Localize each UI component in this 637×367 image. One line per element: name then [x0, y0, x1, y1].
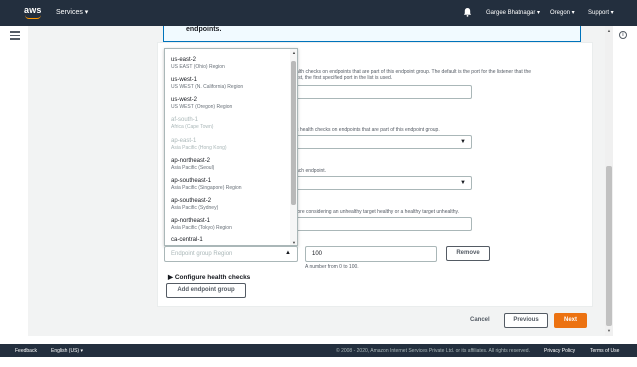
region-option-name: ap-southeast-1 [171, 178, 212, 184]
previous-button[interactable]: Previous [504, 313, 548, 328]
configure-health-checks-toggle[interactable]: ▶ Configure health checks [168, 273, 250, 281]
dropdown-scrollbar[interactable]: ▲ ▼ [290, 49, 297, 245]
region-option-desc: US EAST (Ohio) Region [171, 64, 225, 70]
region-option-desc: Asia Pacific (Hong Kong) [171, 145, 227, 151]
info-alert-text: endpoints. [186, 26, 222, 33]
cancel-button[interactable]: Cancel [470, 317, 490, 323]
region-option-name: ap-northeast-2 [171, 158, 211, 164]
endpoint-group-region-select[interactable]: Endpoint group Region ▲ [164, 246, 298, 262]
caret-up-icon: ▲ [285, 250, 291, 256]
region-option-name: ap-northeast-1 [171, 218, 211, 224]
feedback-link[interactable]: Feedback [15, 348, 37, 354]
region-option[interactable]: ca-central-1 [171, 236, 289, 244]
region-option[interactable]: us-west-2 US WEST (Oregon) Region [171, 96, 289, 110]
region-dropdown-list[interactable]: us-east-2 US EAST (Ohio) Region us-west-… [164, 48, 298, 246]
region-option-desc: US WEST (Oregon) Region [171, 104, 233, 110]
info-icon[interactable]: i [619, 31, 627, 39]
region-option-disabled: af-south-1 Africa (Cape Town) [171, 116, 289, 130]
aws-logo-text: aws [24, 5, 42, 15]
region-option-name: us-east-2 [171, 57, 197, 63]
page-scrollbar-thumb[interactable] [606, 166, 612, 326]
region-option[interactable]: ap-southeast-1 Asia Pacific (Singapore) … [171, 177, 289, 191]
account-menu[interactable]: Gargee Bhatnagar ▾ [486, 9, 540, 16]
region-option-name: ap-southeast-2 [171, 198, 212, 204]
region-option[interactable]: ap-northeast-1 Asia Pacific (Tokyo) Regi… [171, 217, 289, 231]
add-endpoint-group-button[interactable]: Add endpoint group [166, 283, 246, 298]
scroll-down-icon[interactable]: ▼ [607, 328, 611, 333]
language-selector[interactable]: English (US) ▾ [51, 348, 83, 354]
port-help-text: alth checks on endpoints that are part o… [296, 69, 531, 81]
scroll-up-icon[interactable]: ▲ [607, 28, 611, 33]
scroll-down-icon[interactable]: ▼ [292, 240, 296, 245]
hamburger-line [10, 31, 20, 33]
region-option-name: us-west-2 [171, 97, 198, 103]
support-menu[interactable]: Support ▾ [588, 9, 614, 16]
region-option-name: us-west-1 [171, 77, 198, 83]
threshold-count-input[interactable] [296, 217, 472, 231]
caret-right-icon: ▶ [168, 274, 173, 281]
aws-logo[interactable]: aws [22, 5, 46, 20]
services-menu[interactable]: Services ▾ [56, 8, 88, 16]
footer-bar: Feedback English (US) ▾ © 2008 - 2020, A… [0, 344, 637, 357]
dropdown-scrollbar-thumb[interactable] [291, 61, 296, 205]
region-option-desc: Asia Pacific (Seoul) [171, 165, 215, 171]
port-help-line-2: list, the first specified port in the li… [296, 75, 393, 81]
traffic-dial-help: A number from 0 to 100. [305, 264, 359, 270]
protocol-help-text: s health checks on endpoints that are pa… [296, 127, 440, 133]
region-option[interactable]: us-east-2 US EAST (Ohio) Region [171, 56, 289, 70]
region-option-disabled: ap-east-1 Asia Pacific (Hong Kong) [171, 137, 289, 151]
region-option[interactable]: us-west-1 US WEST (N. California) Region [171, 76, 289, 90]
top-navigation-bar: aws Services ▾ Gargee Bhatnagar ▾ Oregon… [0, 0, 637, 26]
region-menu[interactable]: Oregon ▾ [550, 9, 575, 16]
region-option[interactable]: ap-southeast-2 Asia Pacific (Sydney) [171, 197, 289, 211]
next-button[interactable]: Next [554, 313, 587, 328]
region-option[interactable]: ap-northeast-2 Asia Pacific (Seoul) [171, 157, 289, 171]
health-check-protocol-select[interactable]: ▼ [296, 135, 472, 149]
bell-icon[interactable] [463, 7, 472, 17]
region-option-name: af-south-1 [171, 117, 199, 123]
region-option-name: ca-central-1 [171, 237, 203, 243]
health-check-port-input[interactable] [296, 85, 472, 99]
traffic-dial-input[interactable]: 100 [305, 246, 437, 262]
configure-health-checks-label: Configure health checks [174, 274, 251, 281]
health-check-interval-select[interactable]: ▼ [296, 176, 472, 190]
hamburger-menu-icon[interactable] [10, 31, 20, 40]
region-option-desc: US WEST (N. California) Region [171, 84, 244, 90]
aws-smile-icon [25, 15, 41, 19]
region-option-desc: Asia Pacific (Singapore) Region [171, 185, 242, 191]
caret-down-icon: ▼ [460, 139, 466, 145]
region-option-desc: Asia Pacific (Sydney) [171, 205, 219, 211]
threshold-help-text: fore considering an unhealthy target hea… [296, 209, 460, 215]
hamburger-line [10, 38, 20, 40]
hamburger-line [10, 34, 20, 36]
interval-help-text: ach endpoint. [296, 168, 327, 174]
page-scrollbar[interactable]: ▲ ▼ [605, 26, 613, 336]
privacy-policy-link[interactable]: Privacy Policy [544, 348, 575, 354]
scroll-up-icon[interactable]: ▲ [292, 50, 296, 55]
copyright-text: © 2008 - 2020, Amazon Internet Services … [336, 348, 530, 354]
caret-down-icon: ▼ [460, 180, 466, 186]
region-option-name: ap-east-1 [171, 138, 197, 144]
terms-of-use-link[interactable]: Terms of Use [590, 348, 619, 354]
remove-button[interactable]: Remove [446, 246, 490, 261]
region-select-placeholder: Endpoint group Region [171, 251, 233, 257]
traffic-dial-value: 100 [312, 251, 323, 257]
region-option-desc: Africa (Cape Town) [171, 124, 214, 130]
info-alert: endpoints. [163, 26, 581, 42]
region-option-desc: Asia Pacific (Tokyo) Region [171, 225, 232, 231]
